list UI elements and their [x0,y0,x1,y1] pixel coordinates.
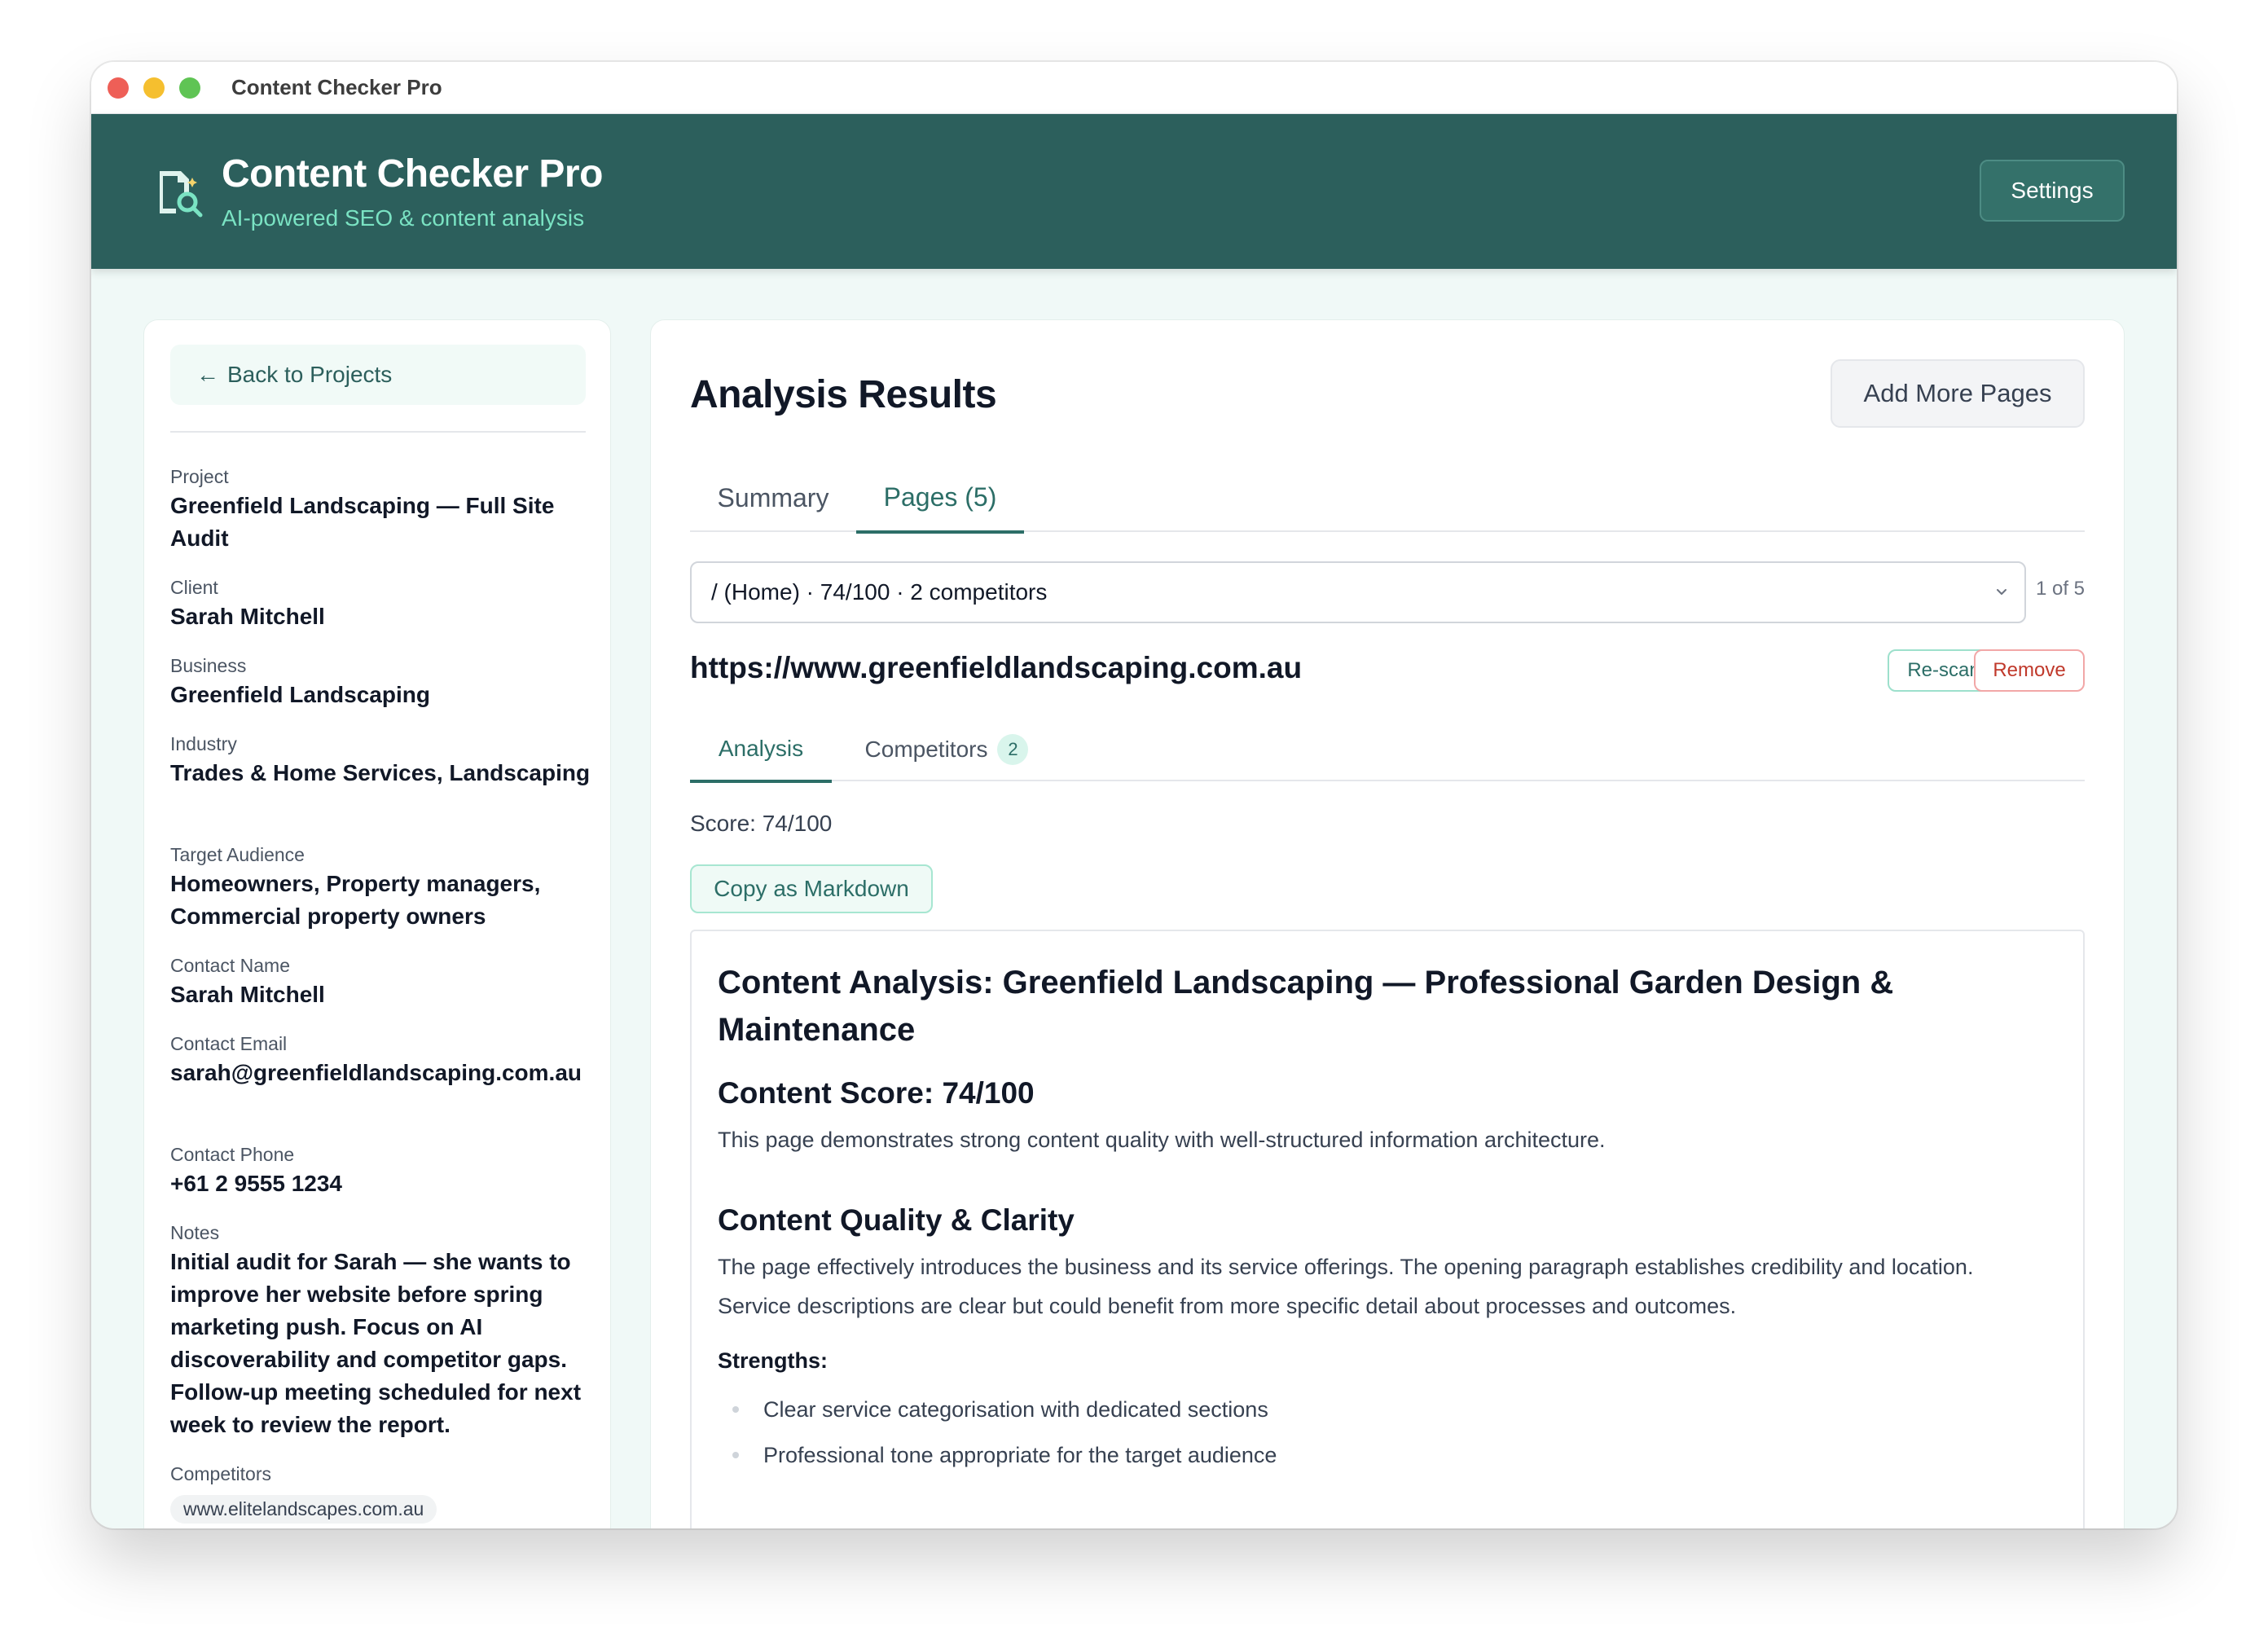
list-item: Professional tone appropriate for the ta… [718,1432,2037,1478]
project-sidebar: ← Back to Projects Project Greenfield La… [143,319,611,1528]
page-select-value: / (Home) · 74/100 · 2 competitors [711,579,1048,605]
field-value: Initial audit for Sarah — she wants to i… [170,1249,582,1437]
chevron-down-icon [1997,589,2006,595]
field-competitors: Competitors www.elitelandscapes.com.au [170,1461,594,1524]
window-title: Content Checker Pro [231,75,442,99]
window-controls [108,77,200,99]
page-subtabs: Analysis Competitors 2 [690,718,2085,783]
field-label: Industry [170,733,237,754]
field-value: Greenfield Landscaping [170,682,430,707]
field-contact-name: Contact Name Sarah Mitchell [170,952,594,1011]
field-target-audience: Target Audience Homeowners, Property man… [170,842,594,933]
field-label: Target Audience [170,844,305,865]
field-notes: Notes Initial audit for Sarah — she want… [170,1220,586,1441]
field-value: +61 2 9555 1234 [170,1171,342,1196]
analysis-panel: Analysis Results Add More Pages Summary … [650,319,2125,1528]
competitor-chip[interactable]: www.elitelandscapes.com.au [170,1495,437,1524]
field-business: Business Greenfield Landscaping [170,653,594,711]
arrow-left-icon: ← [196,362,219,387]
document-search-icon [160,171,203,218]
report-section-heading: Content Quality & Clarity [718,1203,1075,1237]
report-strengths-label: Strengths: [718,1348,828,1373]
report-title: Content Analysis: Greenfield Landscaping… [718,965,1894,1048]
tab-pages[interactable]: Pages (5) [856,464,1024,534]
field-value: Greenfield Landscaping — Full Site Audit [170,493,555,551]
field-project: Project Greenfield Landscaping — Full Si… [170,464,594,555]
page-url: https://www.greenfieldlandscaping.com.au [690,651,1303,684]
list-item: Clear service categorisation with dedica… [718,1387,2037,1432]
score-text: Score: 74/100 [690,811,833,836]
subtab-competitors[interactable]: Competitors 2 [845,718,1048,781]
app-title: Content Checker Pro [222,152,603,196]
report-section-body: The page effectively introduces the busi… [718,1255,1974,1318]
field-industry: Industry Trades & Home Services, Landsca… [170,731,594,789]
field-label: Project [170,466,229,487]
subtab-analysis[interactable]: Analysis [690,718,832,783]
minimize-window-button[interactable] [143,77,165,99]
field-label: Client [170,577,218,598]
field-label: Contact Phone [170,1144,295,1165]
app-subtitle: AI-powered SEO & content analysis [222,205,585,231]
window-titlebar: Content Checker Pro [91,62,2177,114]
field-value: Sarah Mitchell [170,982,325,1007]
field-label: Notes [170,1222,220,1243]
field-value: Sarah Mitchell [170,604,325,629]
field-client: Client Sarah Mitchell [170,574,594,633]
sidebar-divider [170,431,586,433]
copy-as-markdown-button[interactable]: Copy as Markdown [690,864,933,913]
field-contact-phone: Contact Phone +61 2 9555 1234 [170,1141,594,1200]
field-value: Trades & Home Services, Landscaping [170,760,591,785]
page-select[interactable]: / (Home) · 74/100 · 2 competitors [690,561,2026,623]
settings-button[interactable]: Settings [1980,160,2125,222]
report-score-heading: Content Score: 74/100 [718,1076,1035,1110]
field-label: Business [170,655,247,676]
report-content: Content Analysis: Greenfield Landscaping… [718,959,2037,1478]
field-label: Competitors [170,1463,271,1484]
analysis-report: Content Analysis: Greenfield Landscaping… [690,930,2085,1528]
remove-button[interactable]: Remove [1974,649,2085,692]
tab-summary[interactable]: Summary [690,464,856,532]
add-more-pages-button[interactable]: Add More Pages [1831,359,2085,428]
field-value: Homeowners, Property managers, Commercia… [170,871,541,929]
close-window-button[interactable] [108,77,129,99]
subtab-competitors-label: Competitors [864,737,988,762]
app-window: Content Checker Pro Content Checker Pro … [91,62,2177,1528]
app-header: Content Checker Pro AI-powered SEO & con… [91,114,2177,269]
page-position: 1 of 5 [2035,578,2085,600]
competitors-count-badge: 2 [997,734,1029,765]
report-strengths-list: Clear service categorisation with dedica… [718,1387,2037,1478]
field-label: Contact Name [170,955,291,976]
results-tabs: Summary Pages (5) [690,464,2085,534]
zoom-window-button[interactable] [179,77,200,99]
field-contact-email: Contact Email sarah@greenfieldlandscapin… [170,1031,594,1089]
report-intro: This page demonstrates strong content qu… [718,1128,1606,1152]
back-to-projects-label: Back to Projects [227,362,393,387]
back-to-projects-button[interactable]: ← Back to Projects [170,345,586,405]
field-label: Contact Email [170,1033,288,1054]
page-title: Analysis Results [690,373,997,416]
field-value: sarah@greenfieldlandscaping.com.au [170,1060,582,1085]
